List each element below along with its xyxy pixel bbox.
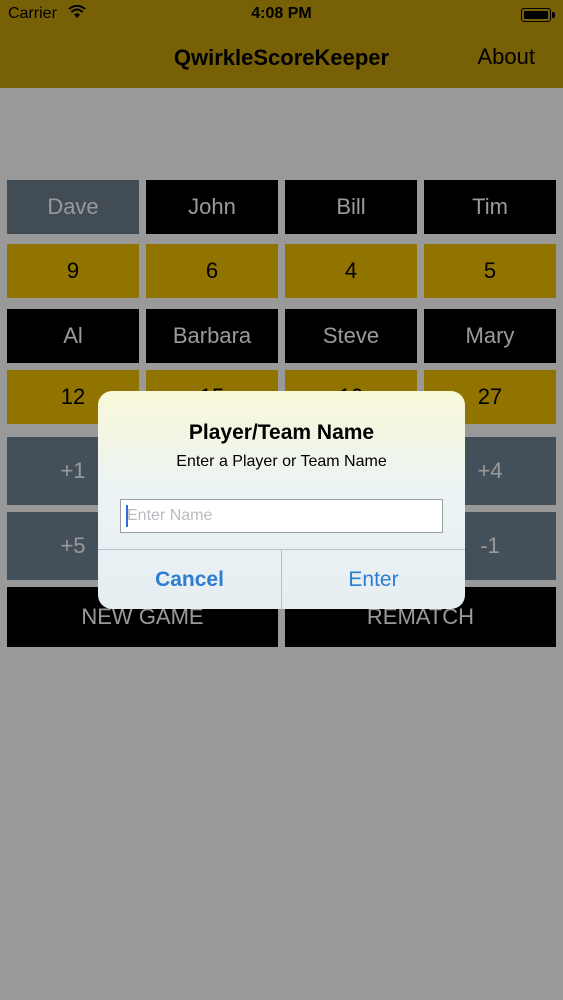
enter-button[interactable]: Enter — [282, 550, 465, 609]
alert-message: Enter a Player or Team Name — [176, 453, 387, 470]
alert-title: Player/Team Name — [188, 421, 375, 444]
player-name-input[interactable] — [120, 499, 443, 533]
text-cursor — [126, 505, 128, 527]
cancel-button[interactable]: Cancel — [98, 550, 281, 609]
player-name-alert: Player/Team Name Enter a Player or Team … — [98, 391, 465, 609]
